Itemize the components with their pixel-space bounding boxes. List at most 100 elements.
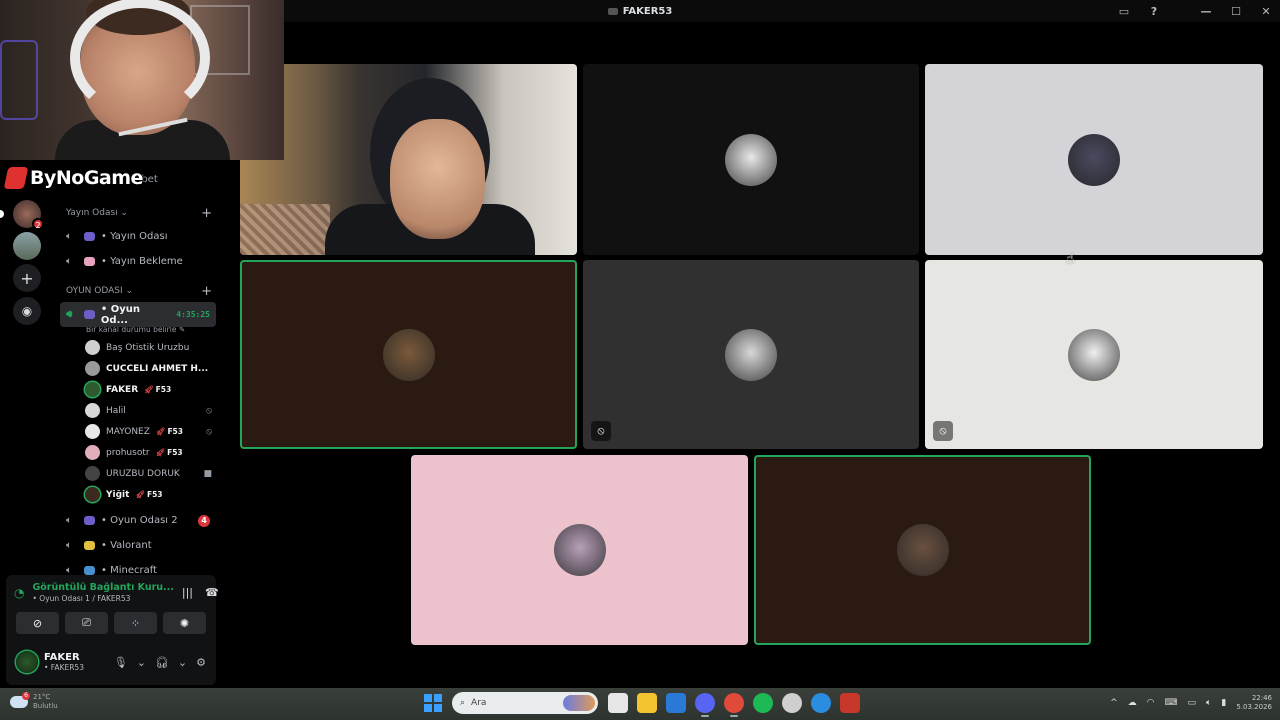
participant-tile[interactable]: [411, 455, 748, 645]
chevron-up-icon[interactable]: ^: [1110, 698, 1118, 708]
chevron-down-icon[interactable]: ⌄: [178, 656, 187, 669]
rocket-icon: 🚀︎: [155, 448, 166, 457]
voice-channel-minecraft[interactable]: 🔈︎ • Minecraft: [60, 558, 216, 575]
activities-button[interactable]: ⁘: [114, 612, 157, 634]
rocket-icon: 🚀︎: [144, 385, 154, 394]
weather-widget[interactable]: 6 21°C Bulutlu: [10, 692, 58, 711]
voice-channel-oyun-odasi-2[interactable]: 🔈︎ • Oyun Odası 2 4: [60, 508, 216, 533]
add-channel-icon[interactable]: +: [201, 284, 212, 299]
inbox-icon[interactable]: ▭: [1118, 5, 1130, 18]
headphones-icon[interactable]: 🎧︎: [155, 656, 169, 669]
spotify-icon[interactable]: [753, 693, 773, 713]
store-icon[interactable]: [666, 693, 686, 713]
display-icon[interactable]: ▭: [1187, 698, 1196, 708]
weather-badge: 6: [22, 692, 30, 700]
voice-channel-oyun-odasi-1[interactable]: 🔊︎ • Oyun Od... 4:35:25: [60, 302, 216, 327]
avatar[interactable]: [16, 651, 38, 673]
microphone-icon[interactable]: 🎙︎: [114, 656, 128, 669]
voice-user-row[interactable]: Yiğit 🚀︎ F53: [54, 484, 222, 505]
server-icon-1[interactable]: 2: [13, 200, 44, 230]
keyboard-icon[interactable]: ⌨: [1164, 698, 1177, 708]
connection-status[interactable]: Görüntülü Bağlantı Kuru...: [32, 582, 173, 593]
add-channel-icon[interactable]: +: [201, 206, 212, 221]
help-icon[interactable]: ?: [1148, 5, 1160, 18]
voice-user-row[interactable]: CÜCCELİ AHMET H...: [54, 358, 222, 379]
windows-start-icon[interactable]: [424, 694, 442, 712]
chrome-icon[interactable]: [724, 693, 744, 717]
avatar: [85, 403, 100, 418]
mention-badge: 2: [32, 218, 44, 230]
participant-tile[interactable]: ⦸: [583, 260, 919, 449]
participant-tile[interactable]: ⦸: [925, 260, 1263, 449]
screen-share-button[interactable]: ⎚: [65, 612, 108, 634]
voice-channel-yayin-bekleme[interactable]: 🔈︎ • Yayın Bekleme: [60, 249, 216, 274]
voice-user-row[interactable]: URUZBU DORUK ■: [54, 463, 222, 484]
taskbar-search[interactable]: ⌕ Ara: [452, 692, 598, 714]
avatar: [85, 424, 100, 439]
close-button[interactable]: ✕: [1260, 5, 1272, 18]
network-icon[interactable]: ◠: [1147, 698, 1155, 708]
onedrive-icon[interactable]: ☁: [1128, 698, 1137, 708]
voice-user-row[interactable]: prohusotr 🚀︎ F53: [54, 442, 222, 463]
role-tag: 🚀︎ F53: [156, 427, 183, 436]
voice-user-name: Yiğit: [106, 489, 130, 500]
battery-icon[interactable]: ▮: [1221, 698, 1226, 708]
avatar: [85, 382, 100, 397]
voice-user-row[interactable]: Baş Otistik Uruzbu: [54, 337, 222, 358]
settings-gear-icon[interactable]: ⚙: [196, 656, 206, 669]
channel-emoji-icon: [84, 541, 95, 550]
voice-user-name: Halil: [106, 405, 126, 416]
system-tray: ^ ☁ ◠ ⌨ ▭ 🔈︎ ▮ 22:46 5.03.2026: [1110, 694, 1272, 712]
camera-off-button[interactable]: ⊘: [16, 612, 59, 634]
role-tag: 🚀︎ F53: [135, 490, 162, 499]
cloud-icon: 6: [10, 692, 30, 708]
avatar: [85, 340, 100, 355]
role-tag: 🚀︎ F53: [144, 385, 171, 394]
participant-tile[interactable]: [583, 64, 919, 255]
server-icon-2[interactable]: [13, 232, 41, 260]
adobe-icon[interactable]: [840, 693, 860, 713]
steam-like-icon[interactable]: [782, 693, 802, 713]
role-tag-label: F53: [167, 448, 183, 457]
voice-user-name: FAKER: [106, 384, 139, 395]
channel-emoji-icon: [84, 516, 95, 525]
user-count-badge: 4: [198, 514, 210, 527]
browser-blue-icon[interactable]: [811, 693, 831, 713]
participant-tile[interactable]: [754, 455, 1091, 645]
participant-tile[interactable]: [240, 260, 577, 449]
avatar: [382, 328, 435, 381]
signal-icon[interactable]: ◔: [14, 586, 24, 600]
current-user-name: FAKER: [44, 652, 80, 663]
avatar: [725, 133, 777, 186]
category-yayin-odasi[interactable]: Yayın Odası ⌄ +: [54, 202, 222, 224]
minimize-button[interactable]: —: [1200, 5, 1212, 18]
channel-list: Yayın Odası ⌄ + 🔈︎ • Yayın Odası 🔈︎ • Ya…: [54, 200, 222, 575]
discover-icon[interactable]: ◉: [13, 297, 41, 325]
voice-user-row[interactable]: MAYONEZ 🚀︎ F53 ⦸: [54, 421, 222, 442]
soundboard-button[interactable]: ✺: [163, 612, 206, 634]
voice-user-row[interactable]: Halil ⦸: [54, 400, 222, 421]
participant-tile[interactable]: [240, 64, 577, 255]
mic-off-icon: ⦸: [591, 421, 611, 441]
avatar: [85, 466, 100, 481]
voice-channel-valorant[interactable]: 🔈︎ • Valorant: [60, 533, 216, 558]
participant-tile[interactable]: [925, 64, 1263, 255]
file-explorer-icon[interactable]: [637, 693, 657, 713]
mic-off-icon: ⦸: [206, 426, 212, 437]
chevron-down-icon[interactable]: ⌄: [137, 656, 146, 669]
disconnect-icon[interactable]: ☎: [205, 586, 219, 599]
maximize-button[interactable]: ☐: [1230, 5, 1242, 18]
connection-channel[interactable]: • Oyun Odası 1 / FAKER53: [32, 594, 173, 603]
clock[interactable]: 22:46 5.03.2026: [1236, 694, 1272, 712]
search-icon: ⌕: [460, 698, 466, 708]
category-oyun-odasi[interactable]: OYUN ODASI ⌄ +: [54, 280, 222, 302]
noise-suppression-icon[interactable]: |||: [182, 586, 193, 599]
add-server-icon[interactable]: +: [13, 264, 41, 292]
voice-channel-yayin-odasi[interactable]: 🔈︎ • Yayın Odası: [60, 224, 216, 249]
call-timer: 4:35:25: [176, 310, 210, 319]
discord-icon[interactable]: [695, 693, 715, 717]
task-view-icon[interactable]: [608, 693, 628, 713]
avatar: [85, 361, 100, 376]
volume-icon[interactable]: 🔈︎: [1206, 698, 1211, 708]
voice-user-row[interactable]: FAKER 🚀︎ F53: [54, 379, 222, 400]
